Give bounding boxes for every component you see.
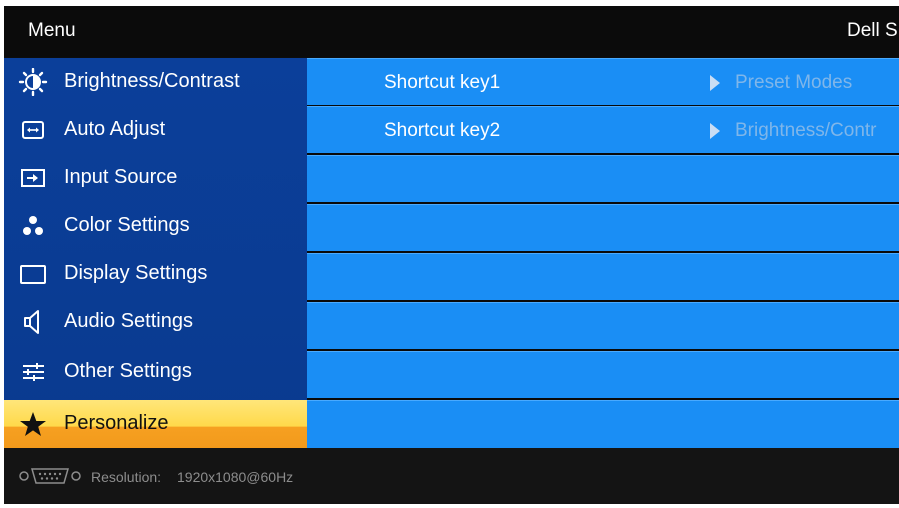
empty-row xyxy=(307,155,899,202)
menu-item-label: Other Settings xyxy=(64,360,192,382)
osd-header: Menu Dell S xyxy=(4,6,899,57)
shortcut-key2-row[interactable]: Shortcut key2 Brightness/Contr xyxy=(307,106,899,153)
empty-row xyxy=(307,253,899,300)
empty-row xyxy=(307,302,899,349)
menu-item-label: Audio Settings xyxy=(64,310,193,332)
menu-item-auto-adjust[interactable]: Auto Adjust xyxy=(4,106,307,154)
shortcut-key-label: Shortcut key1 xyxy=(384,72,501,93)
menu-item-label: Display Settings xyxy=(64,262,208,284)
brand-label: Dell S xyxy=(847,20,898,41)
submenu-panel: Shortcut key1 Preset Modes Shortcut key2… xyxy=(307,58,899,449)
menu-item-label: Input Source xyxy=(64,166,178,188)
resolution-value: 1920x1080@60Hz xyxy=(177,469,294,485)
sliders-icon xyxy=(18,358,48,386)
monitor-osd: Menu Dell S Brightness/Contrast Auto Adj… xyxy=(4,6,899,504)
shortcut-key-value: Brightness/Contr xyxy=(735,120,877,141)
speaker-icon xyxy=(18,308,48,336)
display-settings-icon xyxy=(18,260,48,288)
sidebar-menu: Brightness/Contrast Auto Adjust Input So… xyxy=(4,58,307,448)
menu-item-brightness-contrast[interactable]: Brightness/Contrast xyxy=(4,58,307,106)
auto-adjust-icon xyxy=(18,116,48,144)
arrow-right-icon xyxy=(710,75,720,91)
menu-item-label: Brightness/Contrast xyxy=(64,70,240,92)
menu-item-label: Color Settings xyxy=(64,214,190,236)
menu-item-display-settings[interactable]: Display Settings xyxy=(4,250,307,298)
empty-row xyxy=(307,400,899,449)
osd-footer: Resolution: 1920x1080@60Hz xyxy=(4,448,899,504)
color-settings-icon xyxy=(18,212,48,240)
input-source-icon xyxy=(18,164,48,192)
vga-connector-icon xyxy=(18,466,82,491)
menu-item-label: Personalize xyxy=(64,412,169,434)
menu-item-color-settings[interactable]: Color Settings xyxy=(4,202,307,250)
brightness-icon xyxy=(18,68,48,96)
menu-item-audio-settings[interactable]: Audio Settings xyxy=(4,298,307,346)
menu-item-personalize[interactable]: Personalize xyxy=(4,400,307,448)
empty-row xyxy=(307,351,899,398)
star-icon xyxy=(18,410,48,438)
menu-item-input-source[interactable]: Input Source xyxy=(4,154,307,202)
empty-row xyxy=(307,204,899,251)
menu-title: Menu xyxy=(28,20,76,41)
arrow-right-icon xyxy=(710,123,720,139)
resolution-label: Resolution: xyxy=(91,469,162,485)
menu-item-other-settings[interactable]: Other Settings xyxy=(4,348,307,396)
menu-item-label: Auto Adjust xyxy=(64,118,166,140)
shortcut-key-value: Preset Modes xyxy=(735,72,853,93)
shortcut-key1-row[interactable]: Shortcut key1 Preset Modes xyxy=(307,58,899,105)
shortcut-key-label: Shortcut key2 xyxy=(384,120,501,141)
